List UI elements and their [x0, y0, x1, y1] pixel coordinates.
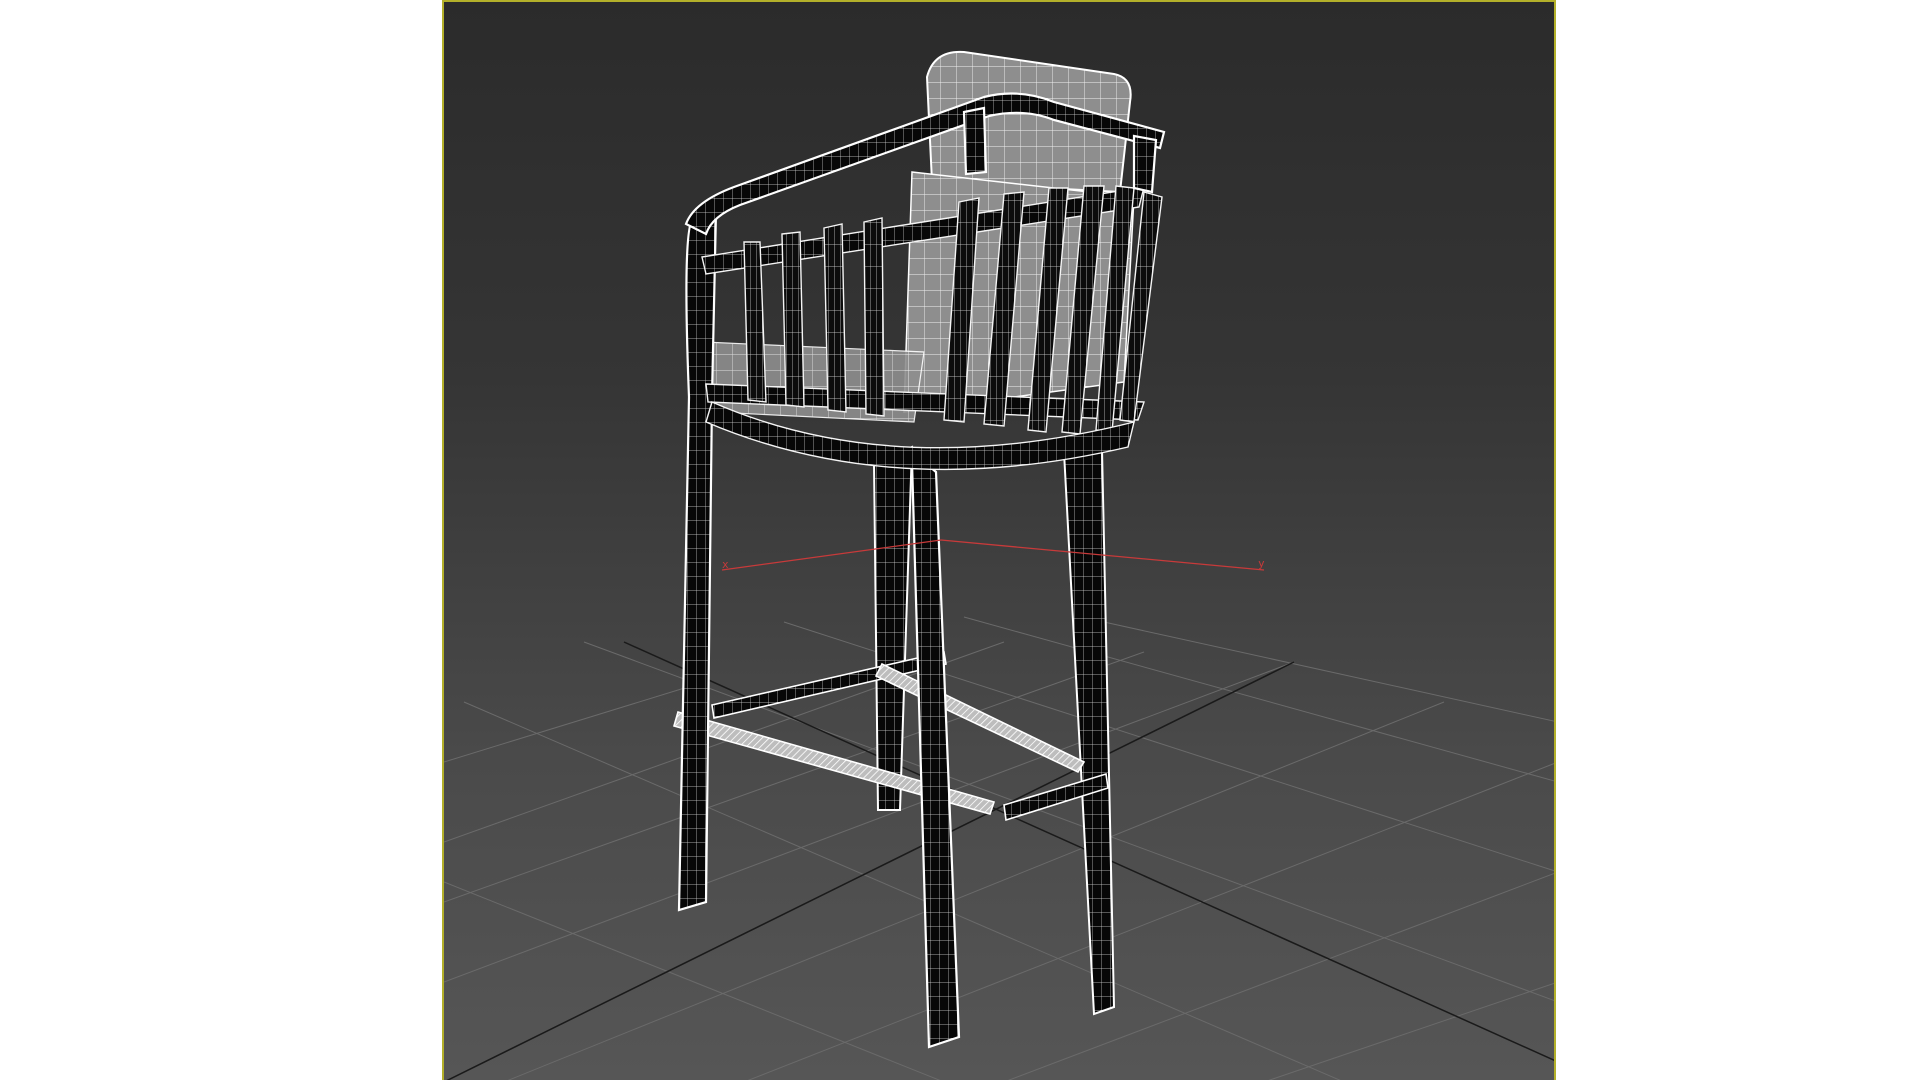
transform-gizmo[interactable]	[721, 539, 1265, 571]
ground-grid	[444, 616, 1554, 1080]
gizmo-y-axis-label: y	[1258, 557, 1265, 570]
ground-grid-center-lines	[446, 641, 1554, 1080]
gizmo-x-axis-label: x	[722, 558, 729, 571]
viewport-scene[interactable]	[444, 2, 1556, 1080]
3d-viewport[interactable]: x y	[442, 0, 1556, 1080]
